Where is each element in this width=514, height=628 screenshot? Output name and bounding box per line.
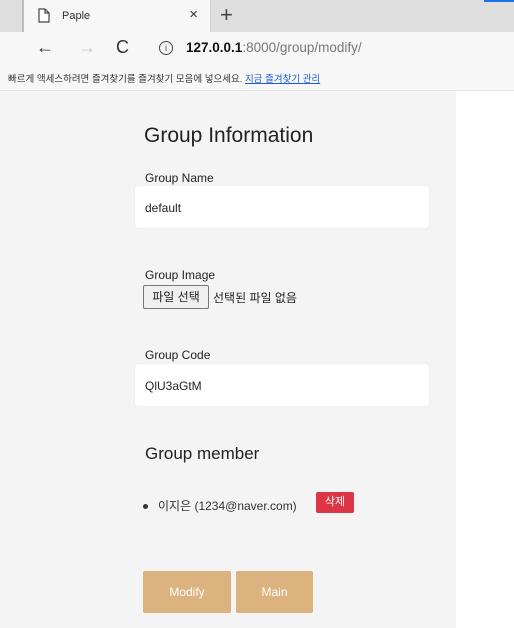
modify-button[interactable]: Modify xyxy=(143,571,231,613)
group-code-label: Group Code xyxy=(145,348,211,362)
url-host: 127.0.0.1 xyxy=(186,40,243,55)
group-code-input[interactable]: QlU3aGtM xyxy=(135,364,429,406)
bookmark-message: 빠르게 액세스하려면 즐겨찾기를 즐겨찾기 모음에 넣으세요. 지금 즐겨찾기 … xyxy=(8,71,320,85)
address-bar[interactable]: 127.0.0.1:8000/group/modify/ xyxy=(186,40,362,55)
bookmark-prompt: 빠르게 액세스하려면 즐겨찾기를 즐겨찾기 모음에 넣으세요. xyxy=(8,74,243,85)
list-item: 이지은 (1234@naver.com) xyxy=(143,497,297,514)
bullet-icon xyxy=(143,504,148,510)
manage-favorites-link[interactable]: 지금 즐겨찾기 관리 xyxy=(245,74,320,85)
page-content xyxy=(0,91,514,628)
group-code-value: QlU3aGtM xyxy=(145,379,202,393)
group-name-input[interactable]: default xyxy=(135,186,429,228)
member-text: 이지은 (1234@naver.com) xyxy=(158,499,297,513)
group-member-title: Group member xyxy=(145,444,260,463)
site-info-icon[interactable]: i xyxy=(159,41,173,55)
page-icon xyxy=(38,8,50,28)
content-background xyxy=(0,91,456,628)
main-button[interactable]: Main xyxy=(236,571,313,613)
page-title: Group Information xyxy=(144,124,314,147)
file-status-text: 선택된 파일 없음 xyxy=(213,291,297,305)
new-tab-button[interactable]: + xyxy=(220,3,233,27)
url-path: :8000/group/modify/ xyxy=(242,40,362,55)
choose-file-button[interactable]: 파일 선택 xyxy=(143,285,209,309)
group-image-label: Group Image xyxy=(145,268,216,282)
back-button[interactable]: ← xyxy=(36,37,54,57)
browser-tab[interactable]: Paple × xyxy=(24,0,211,32)
group-name-value: default xyxy=(145,201,182,215)
tab-bar: Paple × + xyxy=(0,0,514,32)
delete-member-button[interactable]: 삭제 xyxy=(316,492,354,513)
window-accent xyxy=(484,0,514,2)
bookmark-bar: 빠르게 액세스하려면 즐겨찾기를 즐겨찾기 모음에 넣으세요. 지금 즐겨찾기 … xyxy=(0,64,514,91)
forward-button[interactable]: → xyxy=(78,37,96,57)
tab-title: Paple xyxy=(62,10,91,22)
close-tab-icon[interactable]: × xyxy=(189,7,198,23)
reload-button[interactable]: C xyxy=(116,37,129,57)
group-name-label: Group Name xyxy=(145,171,214,185)
navigation-bar: ← → C i 127.0.0.1:8000/group/modify/ xyxy=(0,32,514,64)
